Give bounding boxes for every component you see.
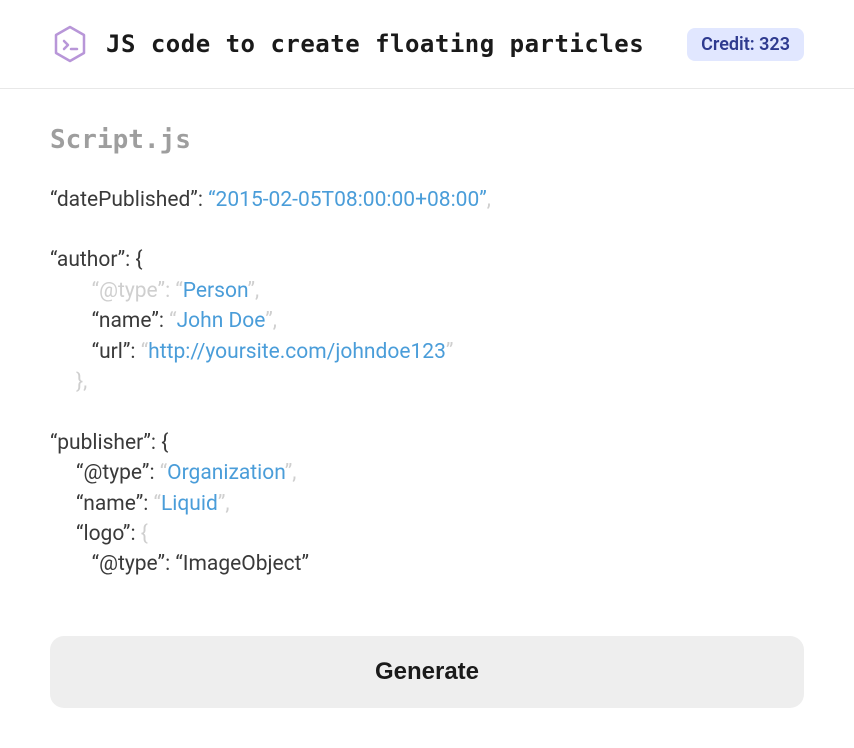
code-line: “datePublished”: “2015-02-05T08:00:00+08… (50, 185, 804, 215)
content-area: Script.js “datePublished”: “2015-02-05T0… (0, 89, 854, 600)
code-line: “url”: “http://yoursite.com/johndoe123” (50, 337, 804, 367)
credit-badge: Credit: 323 (687, 28, 804, 61)
code-line: “@type”: “Organization”, (50, 458, 804, 488)
code-line: }, (50, 367, 804, 397)
code-line: “publisher”: { (50, 428, 804, 458)
header: JS code to create floating particles Cre… (0, 0, 854, 89)
generate-button[interactable]: Generate (50, 636, 804, 708)
code-line: “@type”: “Person”, (50, 276, 804, 306)
filename-label: Script.js (50, 125, 804, 155)
logo-icon (50, 24, 90, 64)
code-line: “@type”: “ImageObject” (50, 549, 804, 579)
code-line: “logo”: { (50, 519, 804, 549)
code-line: “author”: { (50, 245, 804, 275)
page-title: JS code to create floating particles (106, 30, 671, 58)
code-line: “name”: “John Doe”, (50, 306, 804, 336)
code-block: “datePublished”: “2015-02-05T08:00:00+08… (50, 185, 804, 580)
code-line: “name”: “Liquid”, (50, 489, 804, 519)
